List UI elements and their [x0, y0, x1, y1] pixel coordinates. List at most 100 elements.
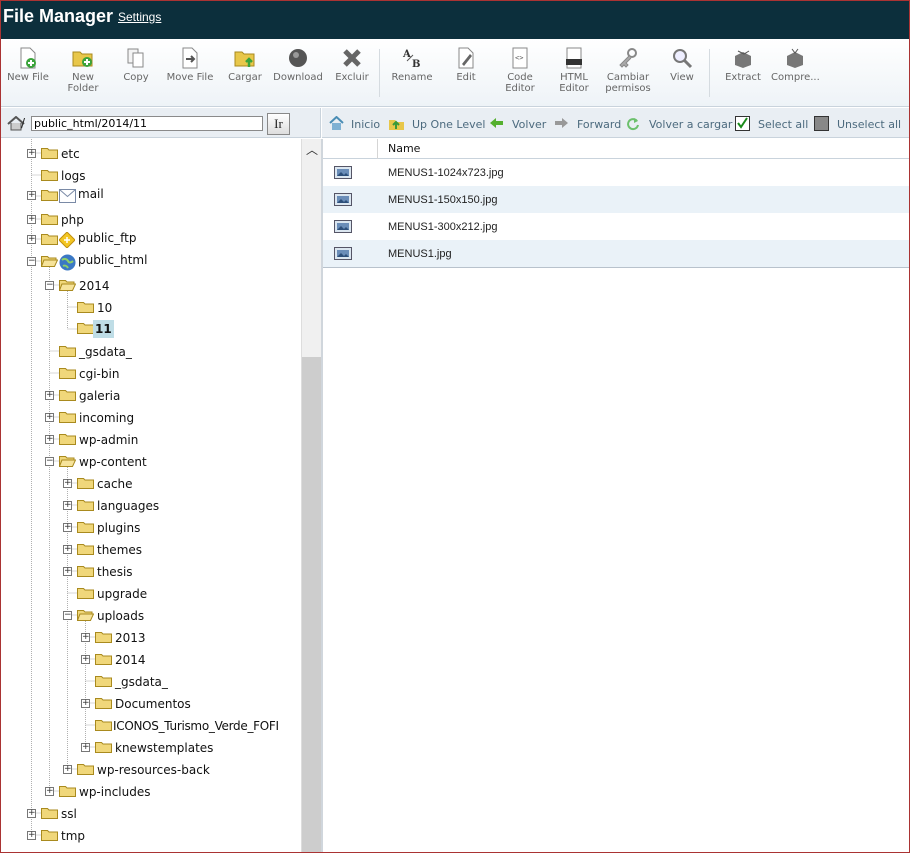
file-name: MENUS1-300x212.jpg: [388, 221, 498, 233]
expand-icon[interactable]: +: [63, 501, 72, 510]
select-all-link[interactable]: Select all: [758, 118, 808, 131]
expand-icon[interactable]: +: [63, 567, 72, 576]
name-column-header[interactable]: Name: [388, 142, 420, 155]
folder-icon: [41, 190, 58, 201]
tree-label: public_ftp: [78, 231, 137, 245]
edit-button[interactable]: Edit: [452, 47, 480, 83]
folder-icon: [77, 500, 94, 511]
image-file-icon: [334, 247, 352, 260]
magnifier-icon: [673, 49, 693, 69]
edit-icon: [458, 47, 474, 69]
expand-icon[interactable]: +: [45, 787, 54, 796]
svg-text:<>: <>: [515, 54, 523, 62]
permissions-label-1: Cambiar: [606, 72, 650, 83]
unselect-all-link[interactable]: Unselect all: [837, 118, 901, 131]
file-name: MENUS1-150x150.jpg: [388, 194, 498, 206]
folder-icon: [41, 170, 58, 181]
file-row[interactable]: MENUS1-150x150.jpg: [323, 186, 909, 213]
expand-icon[interactable]: +: [63, 479, 72, 488]
file-manager-window: File Manager Settings New File New Folde…: [0, 0, 910, 853]
forward-link[interactable]: Forward: [577, 118, 621, 131]
html-editor-label-1: HTML: [560, 72, 588, 83]
forward-arrow-icon: [555, 118, 568, 128]
edit-label: Edit: [456, 72, 476, 83]
folder-icon: [59, 390, 76, 401]
download-label: Download: [273, 72, 323, 83]
scrollbar-thumb[interactable]: [302, 357, 322, 852]
code-editor-button[interactable]: <> Code Editor: [501, 47, 539, 94]
compress-box-icon: [787, 48, 803, 68]
back-link[interactable]: Volver: [512, 118, 546, 131]
expand-icon[interactable]: +: [45, 391, 54, 400]
tree-scrollbar[interactable]: ︿: [301, 139, 322, 852]
expand-icon[interactable]: +: [63, 765, 72, 774]
move-file-button[interactable]: Move File: [164, 47, 216, 83]
expand-icon[interactable]: +: [45, 435, 54, 444]
change-permissions-button[interactable]: Cambiar permisos: [603, 47, 653, 94]
reload-link[interactable]: Volver a cargar: [649, 118, 732, 131]
collapse-icon[interactable]: −: [27, 257, 36, 266]
html-editor-button[interactable]: HTML Editor: [555, 47, 593, 94]
folder-icon: [41, 148, 58, 159]
expand-icon[interactable]: +: [27, 235, 36, 244]
expand-icon[interactable]: +: [81, 699, 90, 708]
collapse-icon[interactable]: −: [45, 457, 54, 466]
new-folder-icon: [72, 51, 93, 67]
new-folder-button[interactable]: New Folder: [63, 47, 103, 94]
folder-icon: [41, 808, 58, 819]
view-label: View: [670, 72, 694, 83]
expand-icon[interactable]: +: [27, 809, 36, 818]
expand-icon[interactable]: +: [63, 545, 72, 554]
tree-label: 2014: [115, 653, 146, 667]
expand-icon[interactable]: +: [27, 831, 36, 840]
file-list-bottom-border: [323, 267, 909, 268]
up-one-level-link[interactable]: Up One Level: [412, 118, 485, 131]
file-row[interactable]: MENUS1.jpg: [323, 240, 909, 267]
toolbar: New File New Folder Copy Move File Carga…: [1, 39, 909, 107]
tree-label: wp-content: [79, 455, 147, 469]
rename-button[interactable]: AB Rename: [390, 47, 434, 83]
expand-icon[interactable]: +: [81, 633, 90, 642]
file-row[interactable]: MENUS1-300x212.jpg: [323, 213, 909, 240]
delete-button[interactable]: Excluir: [333, 47, 371, 83]
move-file-icon: [182, 47, 198, 69]
upload-button[interactable]: Cargar: [226, 47, 264, 83]
compress-button[interactable]: Compre...: [771, 47, 820, 83]
home-link[interactable]: Inicio: [351, 118, 380, 131]
expand-icon[interactable]: +: [81, 743, 90, 752]
scroll-up-icon[interactable]: ︿: [306, 141, 318, 158]
view-button[interactable]: View: [667, 47, 697, 83]
download-button[interactable]: Download: [273, 47, 323, 83]
rename-icon: AB: [402, 49, 420, 69]
expand-icon[interactable]: +: [27, 149, 36, 158]
collapse-icon[interactable]: −: [45, 281, 54, 290]
new-folder-label-1: New: [72, 72, 94, 83]
image-file-icon: [334, 193, 352, 206]
folder-icon: [77, 522, 94, 533]
image-file-icon: [334, 220, 352, 233]
folder-tree: + etc logs + mail + php + public_ftp − p…: [1, 139, 301, 852]
expand-icon[interactable]: +: [27, 215, 36, 224]
expand-icon[interactable]: +: [45, 413, 54, 422]
tree-label: 2014: [79, 279, 110, 293]
copy-button[interactable]: Copy: [119, 47, 153, 83]
new-file-button[interactable]: New File: [6, 47, 50, 83]
tree-label-selected: 11: [93, 320, 114, 338]
new-folder-label-2: Folder: [67, 83, 99, 94]
tree-label: incoming: [79, 411, 135, 425]
svg-text:B: B: [412, 59, 420, 69]
tree-label: etc: [61, 147, 80, 161]
file-row[interactable]: MENUS1-1024x723.jpg: [323, 159, 909, 186]
expand-icon[interactable]: +: [63, 523, 72, 532]
collapse-icon[interactable]: −: [63, 611, 72, 620]
settings-link[interactable]: Settings: [118, 10, 161, 24]
extract-button[interactable]: Extract: [721, 47, 765, 83]
go-button[interactable]: Ir: [267, 113, 290, 135]
path-input[interactable]: [31, 116, 263, 131]
open-folder-icon: [59, 456, 76, 467]
tree-label: public_html: [78, 253, 148, 267]
expand-icon[interactable]: +: [81, 655, 90, 664]
html-editor-icon: [566, 47, 582, 69]
tree-label: wp-admin: [79, 433, 139, 447]
expand-icon[interactable]: +: [27, 191, 36, 200]
